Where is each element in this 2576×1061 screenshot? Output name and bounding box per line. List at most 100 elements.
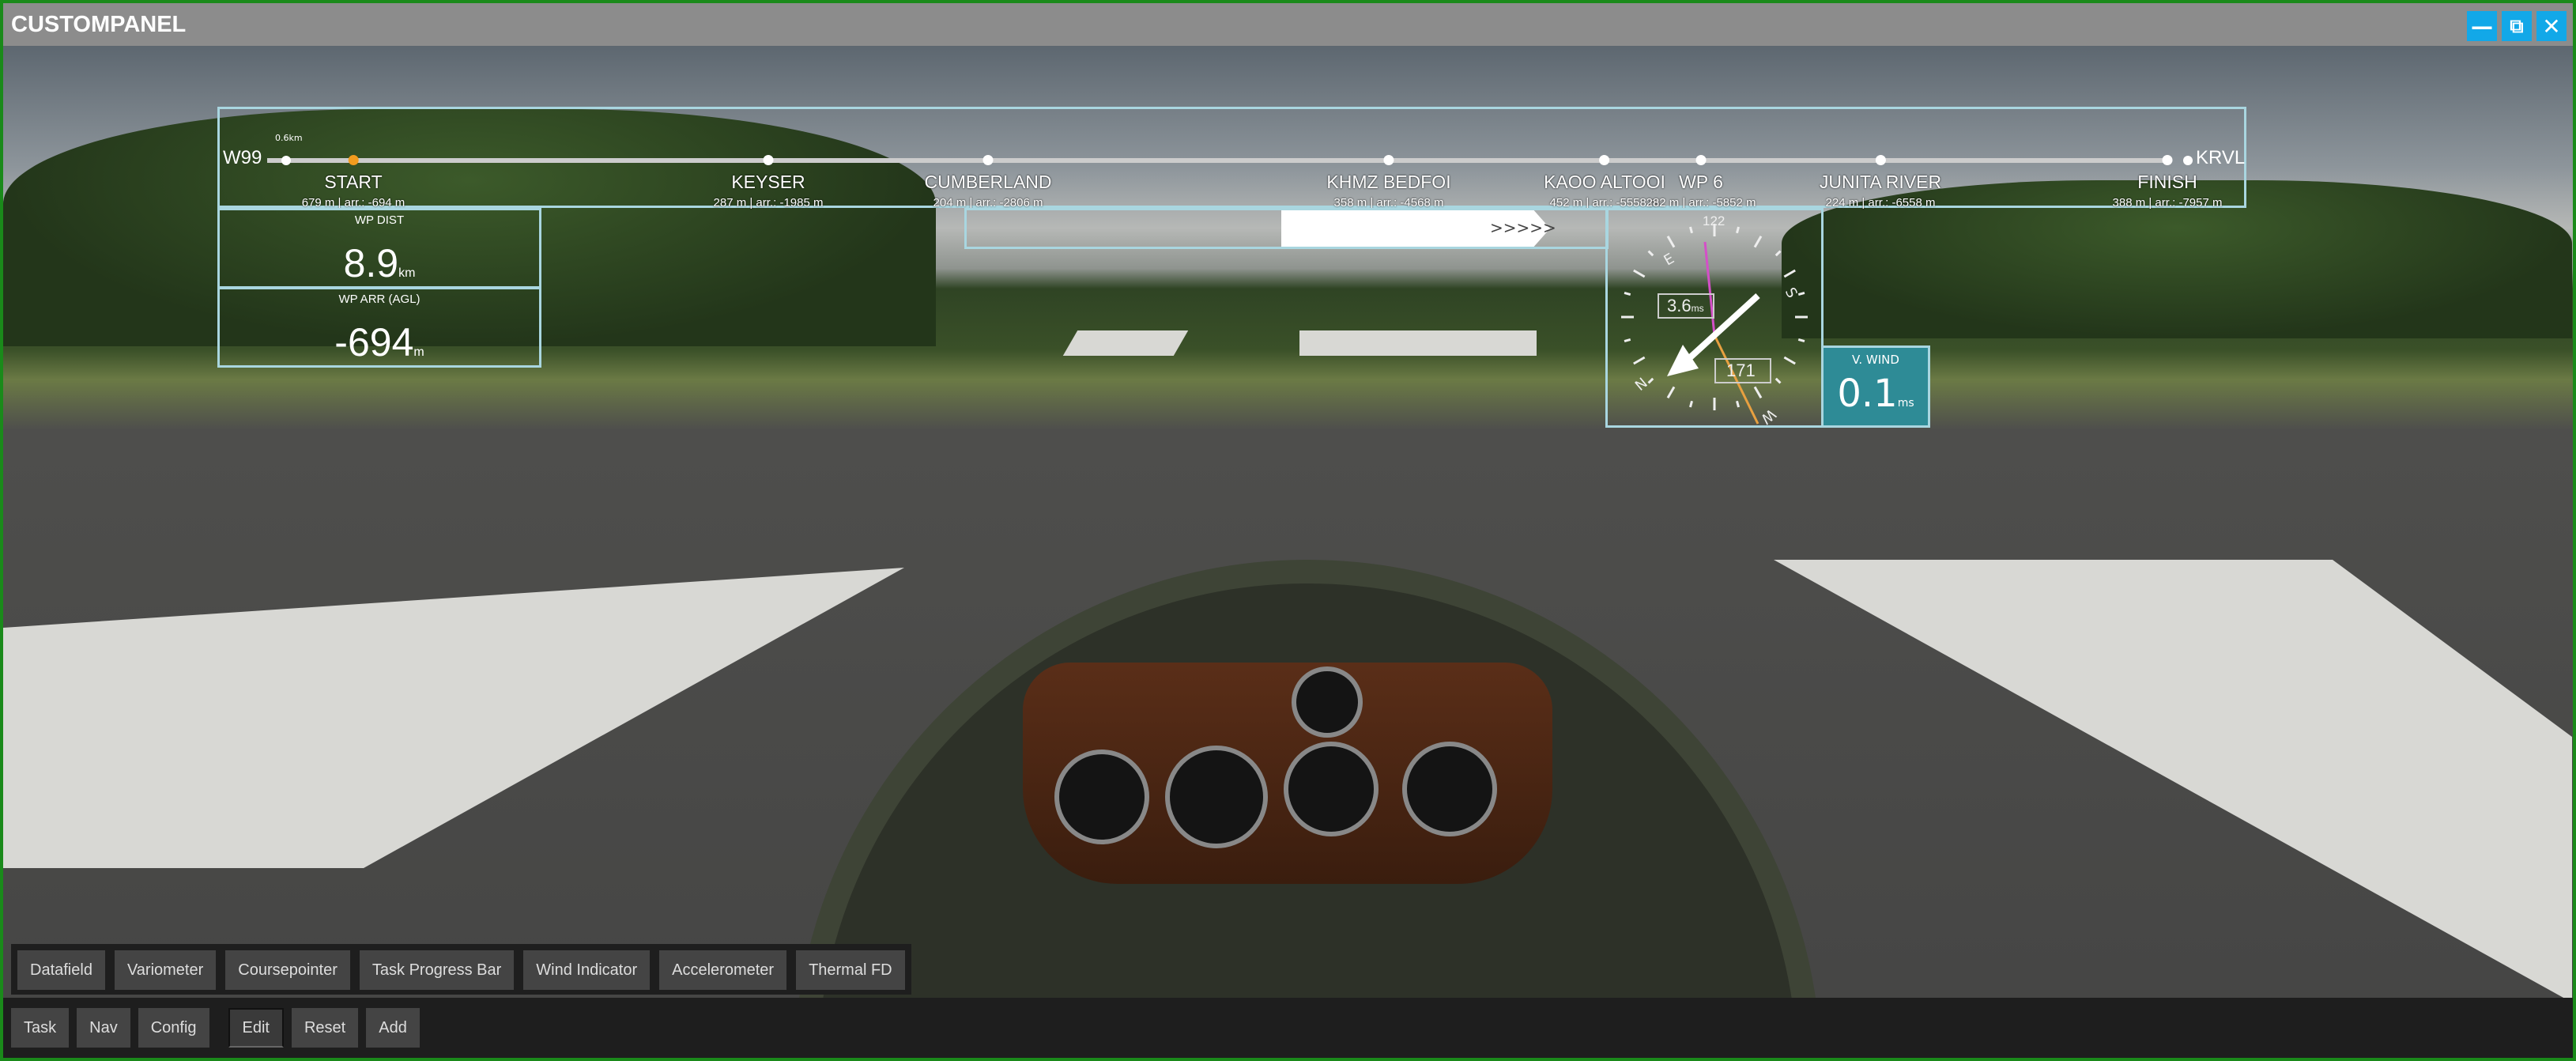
datafield-wp-dist[interactable]: WP DIST 8.9km [217, 208, 541, 289]
title-bar: CUSTOMPANEL — ⧉ ✕ [3, 3, 2573, 46]
waypoint-dot [1875, 155, 1886, 165]
gauge [1284, 742, 1379, 836]
compass-tick [1647, 377, 1654, 384]
unit: ms [1691, 303, 1704, 314]
compass-tick [1775, 250, 1782, 257]
waypoint-name: START [324, 172, 383, 192]
compass-tick [1775, 377, 1782, 384]
menu-toolbar: Task Nav Config Edit Reset Add [3, 998, 2573, 1058]
runway-marking [1299, 330, 1537, 356]
widget-toolbar: Datafield Variometer Coursepointer Task Pro… [11, 944, 911, 995]
window-title: CUSTOMPANEL [11, 11, 187, 37]
waypoint-name: KEYSER [731, 172, 805, 192]
compass-tick [1689, 400, 1693, 408]
widget-button-accelerometer[interactable]: Accelerometer [659, 950, 787, 990]
widget-button-variometer[interactable]: Variometer [114, 950, 217, 990]
heading-line [1703, 241, 1716, 336]
value: 3.6 [1667, 296, 1692, 315]
wind-arrowhead-icon [1667, 345, 1699, 376]
unit: m [413, 345, 424, 359]
waypoint-name: CUMBERLAND [924, 172, 1052, 192]
waypoint: KEYSER 287 m | arr.: -1985 m [713, 155, 824, 210]
popout-icon: ⧉ [2510, 15, 2524, 37]
waypoint-name: KHMZ BEDFOI [1326, 172, 1451, 192]
departure-label: W99 [223, 147, 262, 168]
task-progress-bar[interactable]: 0.6km W99 KRVL START 679 m | arr.: -694 m… [217, 107, 2246, 210]
vwind-label: V. WIND [1852, 353, 1899, 367]
waypoint: CUMBERLAND 204 m | arr.: -2806 m [924, 155, 1052, 210]
widget-button-coursepointer[interactable]: Coursepointer [225, 950, 350, 990]
compass-tick [1624, 292, 1631, 296]
compass-tick [1666, 386, 1676, 398]
waypoint-dot [2162, 155, 2173, 165]
departure-dot [281, 156, 291, 165]
compass-tick [1633, 269, 1646, 278]
waypoint: START 679 m | arr.: -694 m [302, 155, 405, 210]
datafield-value: 8.9km [220, 240, 539, 286]
gauge [1292, 666, 1363, 738]
menu-button-add[interactable]: Add [366, 1008, 420, 1048]
scale-label: 0.6km [275, 133, 303, 143]
value: 8.9 [343, 241, 399, 285]
widget-button-wind-indicator[interactable]: Wind Indicator [523, 950, 651, 990]
waypoint-dot [763, 155, 774, 165]
course-arrows: >>>>> [1490, 218, 1556, 237]
waypoint-dot [348, 155, 359, 165]
menu-button-config[interactable]: Config [138, 1008, 209, 1048]
compass-tick [1797, 338, 1805, 342]
unit: ms [1897, 397, 1914, 410]
close-button[interactable]: ✕ [2536, 11, 2567, 41]
compass-tick [1753, 236, 1763, 248]
waypoint-info: 224 m | arr.: -6558 m [1825, 196, 1936, 210]
gauge [1054, 749, 1149, 844]
menu-button-edit[interactable]: Edit [228, 1008, 284, 1048]
value: -694 [334, 320, 414, 364]
menu-button-nav[interactable]: Nav [77, 1008, 130, 1048]
widget-button-thermal-fd[interactable]: Thermal FD [796, 950, 905, 990]
datafield-value: -694m [220, 319, 539, 365]
datafield-label: WP ARR (AGL) [338, 293, 421, 306]
vertical-wind-datafield[interactable]: V. WIND 0.1ms [1821, 345, 1930, 428]
waypoint-name: JUNITA RIVER [1819, 172, 1942, 192]
waypoint-info: 388 m | arr.: -7957 m [2112, 196, 2223, 210]
coursepointer[interactable]: >>>>> [964, 208, 1609, 249]
close-icon: ✕ [2542, 13, 2561, 40]
wind-speed: 3.6ms [1667, 296, 1704, 316]
attitude-indicator [1165, 746, 1268, 848]
waypoint-name: FINISH [2137, 172, 2197, 192]
waypoint-dot [983, 155, 994, 165]
compass-tick [1624, 338, 1631, 342]
waypoint-dot [1383, 155, 1394, 165]
waypoint-dot [1695, 155, 1707, 165]
compass-tick [1783, 356, 1796, 365]
waypoint-info: 287 m | arr.: -1985 m [713, 196, 824, 210]
wind-indicator[interactable]: 122 3.6ms 171 N E S W [1605, 208, 1824, 428]
compass-tick [1753, 386, 1763, 398]
runway-marking [1774, 560, 2572, 1002]
minimize-button[interactable]: — [2467, 11, 2497, 41]
waypoint: WP 6 282 m | arr.: -5852 m [1646, 155, 1756, 210]
menu-button-task[interactable]: Task [11, 1008, 70, 1048]
value: 0.1 [1837, 372, 1898, 416]
compass-tick [1689, 226, 1693, 234]
waypoint: KHMZ BEDFOI 358 m | arr.: -4568 m [1326, 155, 1451, 210]
compass-tick [1736, 400, 1740, 408]
compass-tick [1783, 269, 1796, 278]
compass-tick [1647, 250, 1654, 257]
minimize-icon: — [2471, 13, 2493, 40]
menu-button-reset[interactable]: Reset [291, 1008, 359, 1048]
gauge [1402, 742, 1497, 836]
datafield-wp-arr[interactable]: WP ARR (AGL) -694m [217, 287, 541, 368]
waypoint: FINISH 388 m | arr.: -7957 m [2112, 155, 2223, 210]
compass-tick [1736, 226, 1740, 234]
wind-direction: 171 [1726, 361, 1756, 380]
runway-marking [1062, 330, 1189, 356]
widget-button-datafield[interactable]: Datafield [17, 950, 105, 990]
datafield-label: WP DIST [354, 213, 405, 227]
popout-button[interactable]: ⧉ [2502, 11, 2532, 41]
custompanel-window: CUSTOMPANEL — ⧉ ✕ 0.6km W99 KRVL START 67… [3, 3, 2573, 1058]
widget-button-task-progress-bar[interactable]: Task Progress Bar [359, 950, 515, 990]
unit: km [398, 266, 416, 280]
waypoint: JUNITA RIVER 224 m | arr.: -6558 m [1820, 155, 1941, 210]
heading-value: 122 [1703, 213, 1726, 228]
